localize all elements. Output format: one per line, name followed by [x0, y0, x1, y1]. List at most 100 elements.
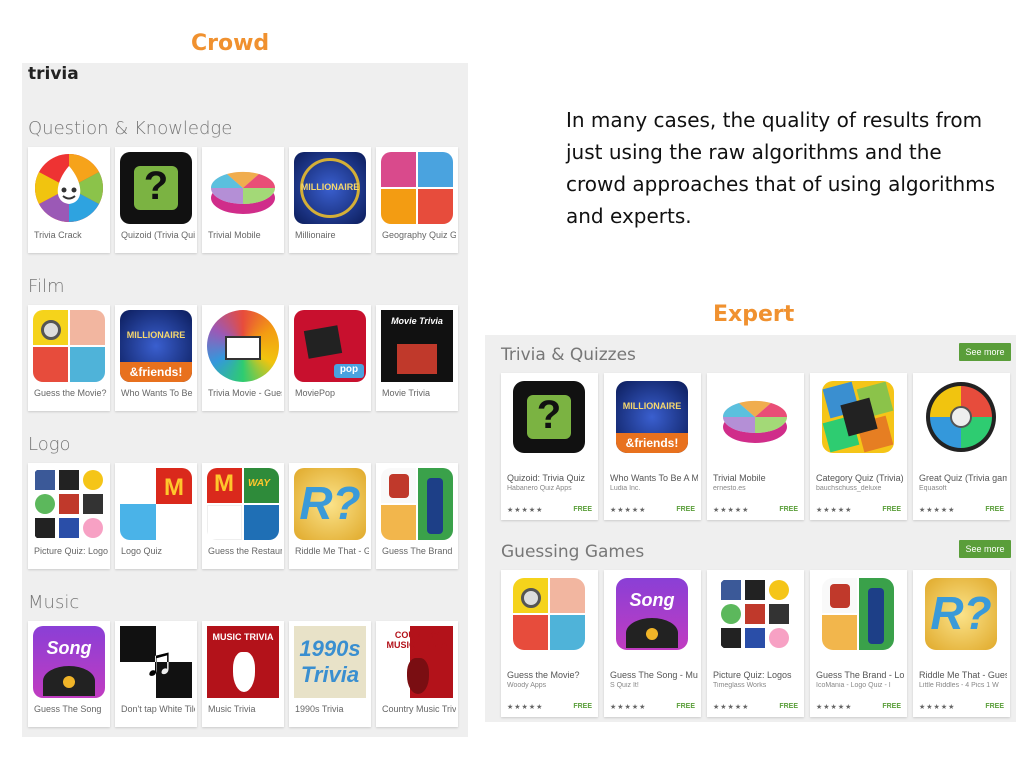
app-title: Quizoid: Trivia Quiz	[507, 473, 586, 483]
app-developer: ernesto.es	[713, 485, 746, 492]
app-card[interactable]: 1990s Trivia 1990s Trivia	[289, 621, 371, 727]
rating-stars: ★★★★★	[816, 507, 853, 514]
app-card[interactable]: Song Guess The Song - Music S Quiz It! ★…	[604, 570, 701, 717]
trivia-movie-icon	[207, 310, 279, 382]
riddle-text: R?	[299, 477, 361, 529]
millionaire-text: MILLIONAIRE	[126, 330, 186, 340]
app-card[interactable]: Trivial Mobile ernesto.es ★★★★★ FREE	[707, 373, 804, 520]
app-card[interactable]: Guess the Movie? Woody Apps ★★★★★ FREE	[501, 570, 598, 717]
search-query: trivia	[28, 64, 79, 84]
friends-text: &friends!	[625, 436, 679, 450]
app-card[interactable]: MILLIONAIRE &friends! Who Wants To Be A …	[604, 373, 701, 520]
section-title-music: Music	[28, 592, 80, 613]
app-card[interactable]: M WAY Guess the Restaurant	[202, 463, 284, 569]
app-card[interactable]: M Logo Quiz	[115, 463, 197, 569]
app-developer: Ludia Inc.	[610, 485, 641, 492]
app-title: Category Quiz (Trivia)	[816, 473, 904, 483]
app-title: Picture Quiz: Logos	[713, 670, 792, 680]
price-label: FREE	[985, 703, 1004, 710]
price-label: FREE	[573, 703, 592, 710]
movie-trivia-icon: Movie Trivia	[381, 310, 453, 382]
guess-the-movie-icon	[513, 578, 585, 650]
app-title: Guess The Song	[34, 704, 102, 714]
app-card[interactable]: Trivial Mobile	[202, 147, 284, 253]
app-card[interactable]: R? Riddle Me That - Guess Little Riddles…	[913, 570, 1010, 717]
mcdonalds-m: M	[164, 474, 184, 501]
app-card[interactable]: MILLIONAIRE Millionaire	[289, 147, 371, 253]
pop-text: pop	[339, 364, 359, 375]
app-card[interactable]: Guess The Brand - Logo IcoMania - Logo Q…	[810, 570, 907, 717]
quizoid-icon: ?	[120, 152, 192, 224]
way-text: WAY	[248, 478, 271, 489]
movie-trivia-text: Movie Trivia	[391, 316, 443, 326]
app-card[interactable]: ♫ Don't tap White Tile	[115, 621, 197, 727]
guess-the-song-icon: Song	[33, 626, 105, 698]
riddle-me-that-icon: R?	[294, 468, 366, 540]
app-card[interactable]: Picture Quiz: Logos Timeglass Works ★★★★…	[707, 570, 804, 717]
app-title: Guess The Brand	[382, 546, 453, 556]
category-quiz-icon	[822, 381, 894, 453]
app-card[interactable]: MILLIONAIRE &friends! Who Wants To Be a …	[115, 305, 197, 411]
app-card[interactable]: R? Riddle Me That - Guess	[289, 463, 371, 569]
app-card[interactable]: Category Quiz (Trivia) bauchschuss_delux…	[810, 373, 907, 520]
app-card[interactable]: Trivia Movie - Guess	[202, 305, 284, 411]
app-card[interactable]: MUSIC TRIVIA Music Trivia	[202, 621, 284, 727]
great-quiz-wheel-icon	[925, 381, 997, 453]
price-label: FREE	[573, 506, 592, 513]
rating-stars: ★★★★★	[919, 507, 956, 514]
app-developer: Equasoft	[919, 485, 947, 492]
nineties-trivia-icon: 1990s Trivia	[294, 626, 366, 698]
app-card[interactable]: Geography Quiz Game	[376, 147, 458, 253]
app-row-film: Guess the Movie? MILLIONAIRE &friends! W…	[28, 305, 458, 411]
app-title: Who Wants To Be A Millionaire	[610, 473, 698, 483]
app-card[interactable]: ? Quizoid (Trivia Quiz)	[115, 147, 197, 253]
app-card[interactable]: Song Guess The Song	[28, 621, 110, 727]
guess-the-brand-icon	[381, 468, 453, 540]
section-title-film: Film	[28, 276, 65, 297]
riddle-me-that-icon: R?	[925, 578, 997, 650]
trivial-pie-icon	[719, 381, 791, 453]
app-title: Trivial Mobile	[208, 230, 261, 240]
app-title: Movie Trivia	[382, 388, 431, 398]
crowd-heading: Crowd	[191, 31, 270, 56]
app-developer: bauchschuss_deluxe	[816, 485, 882, 492]
quizoid-mark: ?	[536, 393, 562, 437]
price-label: FREE	[676, 703, 695, 710]
quote-text: In many cases, the quality of results fr…	[566, 108, 996, 228]
song-text: Song	[46, 638, 92, 658]
quizoid-mark: ?	[143, 164, 169, 208]
app-developer: Timeglass Works	[713, 682, 767, 689]
picture-quiz-logos-icon	[33, 468, 105, 540]
moviepop-icon: pop	[294, 310, 366, 382]
logo-quiz-icon: M	[120, 468, 192, 540]
app-title: Trivial Mobile	[713, 473, 766, 483]
app-title: Who Wants To Be a Millionaire	[121, 388, 195, 398]
price-label: FREE	[882, 703, 901, 710]
see-more-button[interactable]: See more	[959, 343, 1011, 361]
app-developer: Habanero Quiz Apps	[507, 485, 572, 492]
app-card[interactable]: Guess the Movie?	[28, 305, 110, 411]
app-title: Trivia Movie - Guess	[208, 388, 282, 398]
app-card[interactable]: Picture Quiz: Logos	[28, 463, 110, 569]
app-title: MoviePop	[295, 388, 336, 398]
section-title-logo: Logo	[28, 434, 71, 455]
app-card[interactable]: ? Quizoid: Trivia Quiz Habanero Quiz App…	[501, 373, 598, 520]
geography-quiz-icon	[381, 152, 453, 224]
guess-the-song-icon: Song	[616, 578, 688, 650]
app-card[interactable]: COUNTRY MUSIC TRIVIA Country Music Trivi…	[376, 621, 458, 727]
price-label: FREE	[676, 506, 695, 513]
app-developer: S Quiz It!	[610, 682, 639, 689]
app-title: Riddle Me That - Guess	[295, 546, 369, 556]
app-card[interactable]: Great Quiz (Trivia game) Equasoft ★★★★★ …	[913, 373, 1010, 520]
app-row-logo: Picture Quiz: Logos M Logo Quiz M WAY Gu…	[28, 463, 458, 569]
app-card[interactable]: pop MoviePop	[289, 305, 371, 411]
app-title: Riddle Me That - Guess	[919, 670, 1007, 680]
expert-results-panel: Trivia & Quizzes See more ? Quizoid: Tri…	[485, 335, 1016, 722]
app-card[interactable]: Trivia Crack	[28, 147, 110, 253]
rating-stars: ★★★★★	[507, 507, 544, 514]
app-row-guessing-games: Guess the Movie? Woody Apps ★★★★★ FREE S…	[501, 570, 1010, 717]
app-card[interactable]: Guess The Brand	[376, 463, 458, 569]
app-card[interactable]: Movie Trivia Movie Trivia	[376, 305, 458, 411]
crowd-results-panel: trivia Question & Knowledge Trivia Crack	[22, 63, 468, 737]
see-more-button[interactable]: See more	[959, 540, 1011, 558]
